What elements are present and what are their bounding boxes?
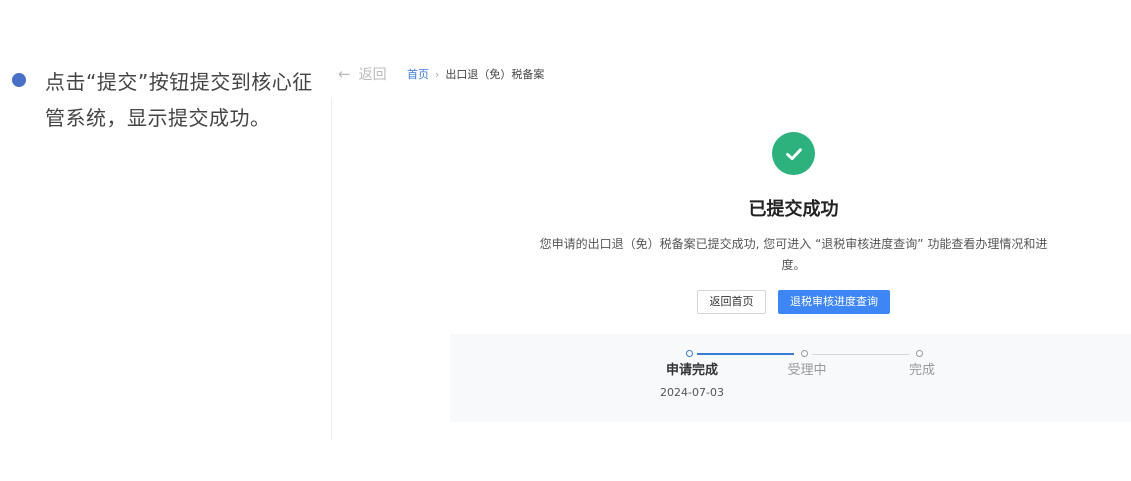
step-dot-3	[916, 350, 923, 357]
check-icon	[785, 147, 802, 160]
step-label-2: 受理中	[787, 363, 827, 378]
breadcrumb: 首页 › 出口退（免）税备案	[407, 64, 544, 84]
back-button[interactable]: ← 返回	[338, 64, 387, 84]
back-home-button[interactable]: 返回首页	[697, 290, 766, 314]
step-date-1: 2024-07-03	[660, 386, 724, 399]
step-line-2	[812, 354, 909, 355]
check-circle-icon	[772, 132, 815, 175]
step-label-1: 申请完成	[665, 363, 718, 378]
query-progress-button[interactable]: 退税审核进度查询	[778, 290, 890, 314]
arrow-left-icon: ←	[338, 65, 351, 83]
result-description: 您申请的出口退（免）税备案已提交成功, 您可进入 “退税审核进度查询” 功能查看…	[539, 237, 1048, 272]
step-line-1	[697, 353, 794, 355]
breadcrumb-current: 出口退（免）税备案	[445, 68, 545, 81]
step-dot-1	[686, 350, 693, 357]
step-label-3: 完成	[908, 363, 935, 378]
bullet-dot-icon	[12, 73, 26, 87]
divider	[331, 97, 332, 440]
annotation-text: 点击“提交”按钮提交到核心征管系统，显示提交成功。	[45, 70, 313, 130]
progress-steps: 申请完成 2024-07-03 受理中 完成	[450, 334, 1131, 422]
step-dot-2	[801, 350, 808, 357]
back-label: 返回	[358, 67, 387, 83]
chevron-right-icon: ›	[435, 67, 440, 81]
breadcrumb-home[interactable]: 首页	[407, 66, 429, 82]
page-title: 已提交成功	[748, 199, 839, 220]
